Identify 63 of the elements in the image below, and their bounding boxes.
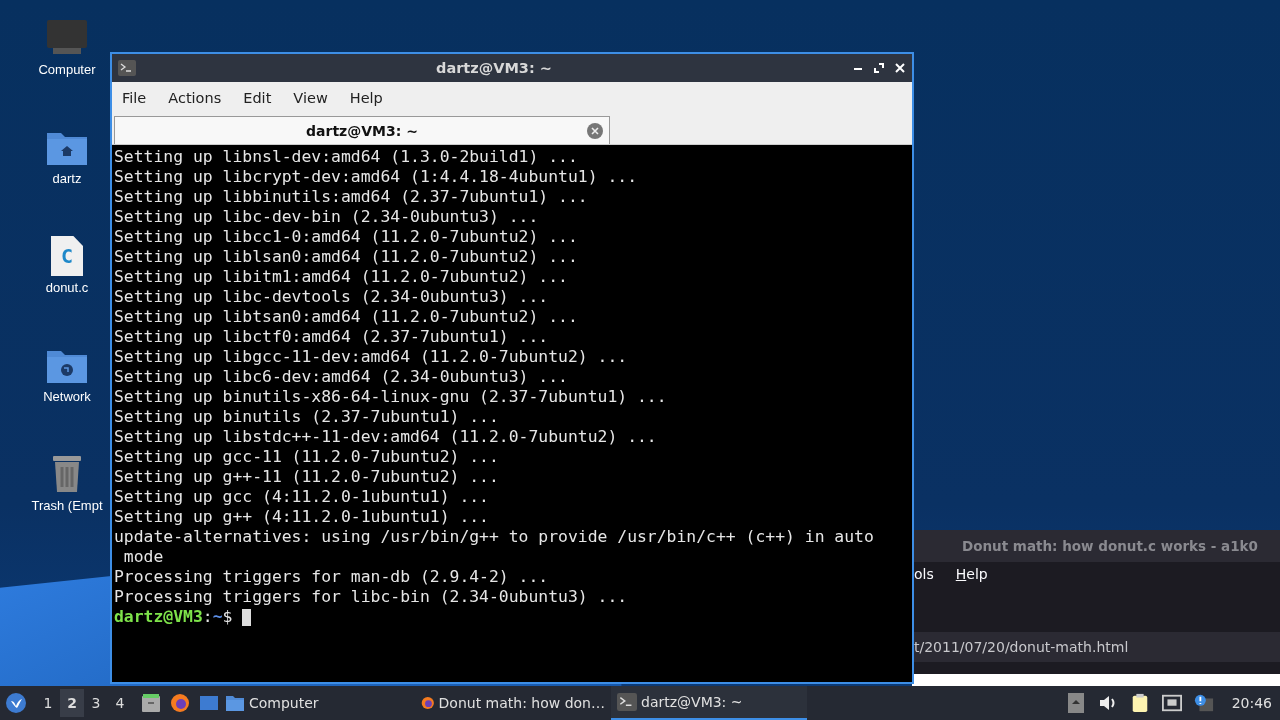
window-title: Donut math: how donut.c works - a1k0 xyxy=(912,530,1280,562)
menu-item[interactable]: Actions xyxy=(160,90,230,106)
terminal-line: Setting up libnsl-dev:amd64 (1.3.0-2build1) ... xyxy=(114,147,579,167)
terminal-line: Setting up g++ (4:11.2.0-1ubuntu1) ... xyxy=(114,507,490,527)
terminal-line: Setting up libgcc-11-dev:amd64 (11.2.0-7ubuntu2) ... xyxy=(114,347,629,367)
close-icon[interactable] xyxy=(894,62,906,74)
network-icon[interactable] xyxy=(1161,693,1182,713)
terminal-icon xyxy=(617,693,637,711)
terminal-line: Setting up libc-devtools (2.34-0ubuntu3) ... xyxy=(114,287,550,307)
menu-item[interactable]: Edit xyxy=(235,90,280,106)
terminal-line: Setting up gcc (4:11.2.0-1ubuntu1) ... xyxy=(114,487,490,507)
workspace-button[interactable]: 2 xyxy=(60,689,84,717)
terminal-line: Processing triggers for libc-bin (2.34-0ubuntu3) ... xyxy=(114,587,629,607)
terminal-line: Setting up libctf0:amd64 (2.37-7ubuntu1) ... xyxy=(114,327,550,347)
menu-item[interactable]: ols xyxy=(914,566,934,624)
menu-item[interactable]: View xyxy=(285,90,336,106)
terminal-line: Setting up libc-dev-bin (2.34-0ubuntu3) ... xyxy=(114,207,540,227)
terminal-line: Setting up g++-11 (11.2.0-7ubuntu2) ... xyxy=(114,467,500,487)
terminal-line: Setting up libcc1-0:amd64 (11.2.0-7ubuntu2) ... xyxy=(114,227,579,247)
desktop-icon-label[interactable]: donut.c xyxy=(45,280,89,295)
terminal-line: Setting up libitm1:amd64 (11.2.0-7ubuntu2) ... xyxy=(114,267,569,287)
clock[interactable]: 20:46 xyxy=(1231,695,1272,711)
text-cursor xyxy=(242,608,252,626)
terminal-line: Processing triggers for man-db (2.9.4-2) ... xyxy=(114,567,550,587)
desktop-icon-label[interactable]: Trash (Empt xyxy=(31,498,103,513)
terminal-line: mode xyxy=(122,547,165,567)
desktop-icon[interactable] xyxy=(199,693,219,713)
terminal-line: Setting up liblsan0:amd64 (11.2.0-7ubuntu2) ... xyxy=(114,247,579,267)
terminal-line: Setting up libstdc++-11-dev:amd64 (11.2.0-7ubuntu2) ... xyxy=(114,427,658,447)
terminal-line: Setting up binutils-x86-64-linux-gnu (2.37-7ubuntu1) ... xyxy=(114,387,668,407)
workspace-button[interactable]: 4 xyxy=(108,689,132,717)
terminal-line: Setting up libtsan0:amd64 (11.2.0-7ubuntu2) ... xyxy=(114,307,579,327)
terminal-line: Setting up libbinutils:amd64 (2.37-7ubuntu1) ... xyxy=(114,187,589,207)
prompt-user: dartz@VM3 xyxy=(114,607,203,627)
terminal-line: update-alternatives: using /usr/bin/g++ to provide /usr/bin/c++ (c++) in auto xyxy=(114,527,875,547)
terminal-tab[interactable]: dartz@VM3: ~ xyxy=(114,116,610,144)
prompt-separator: : xyxy=(202,607,213,627)
window-title: dartz@VM3: ~ xyxy=(435,60,553,76)
notification-icon[interactable] xyxy=(1193,693,1214,713)
address-bar[interactable]: t/2011/07/20/donut-math.html xyxy=(912,632,1280,662)
prompt-symbol: $ xyxy=(222,607,233,627)
terminal-line: Setting up libcrypt-dev:amd64 (1:4.4.18-4ubuntu1) ... xyxy=(114,167,638,187)
workspace-button[interactable]: 3 xyxy=(84,689,108,717)
menu-item[interactable]: Help xyxy=(341,90,391,106)
maximize-icon[interactable] xyxy=(873,62,885,74)
taskbar-task[interactable]: Computer xyxy=(219,686,415,720)
workspace-button[interactable]: 1 xyxy=(36,689,60,717)
desktop-icon-label[interactable]: dartz xyxy=(52,171,82,186)
prompt-path: ~ xyxy=(212,607,223,627)
terminal-icon xyxy=(118,60,136,76)
file-cabinet-icon[interactable] xyxy=(141,693,161,713)
terminal-line: Setting up binutils (2.37-7ubuntu1) ... xyxy=(114,407,500,427)
taskbar-task[interactable]: Donut math: how don… xyxy=(415,686,611,720)
menu-item[interactable]: Help xyxy=(955,566,988,624)
folder-icon xyxy=(225,694,245,712)
desktop-icon-label[interactable]: Computer xyxy=(38,62,96,77)
firefox-icon[interactable] xyxy=(170,693,190,713)
terminal-line: Setting up libc6-dev:amd64 (2.34-0ubuntu3) ... xyxy=(114,367,569,387)
menu-item[interactable]: File xyxy=(114,90,155,106)
terminal-line: Setting up gcc-11 (11.2.0-7ubuntu2) ... xyxy=(114,447,500,467)
desktop-icon-label[interactable]: Network xyxy=(43,389,91,404)
firefox-icon xyxy=(421,694,435,712)
taskbar-task[interactable]: dartz@VM3: ~ xyxy=(611,686,807,720)
